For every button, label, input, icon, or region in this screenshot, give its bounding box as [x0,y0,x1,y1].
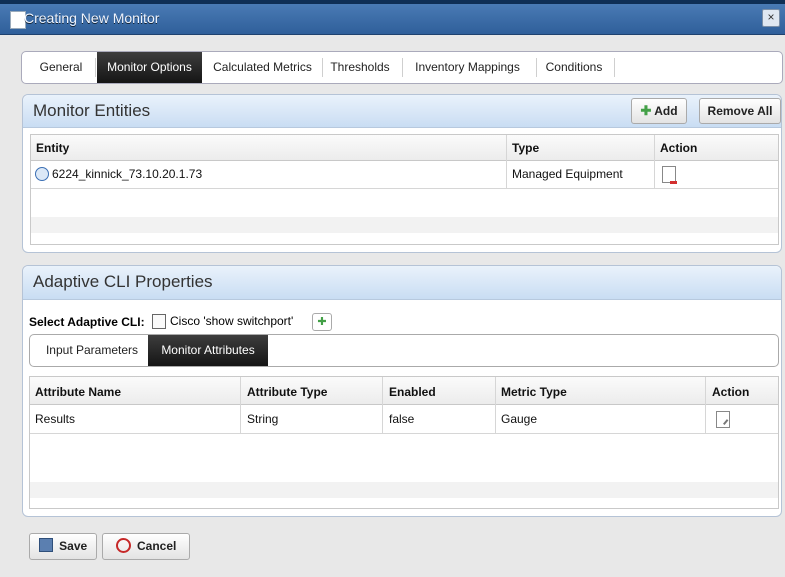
select-adaptive-cli-label: Select Adaptive CLI: [29,315,145,329]
delete-entity-icon[interactable] [662,166,677,184]
main-tab-bar: General Monitor Options Calculated Metri… [21,51,783,84]
equipment-icon [35,167,49,181]
row-divider [30,433,778,434]
column-header-entity[interactable]: Entity [36,141,69,155]
entities-table: Entity Type Action 6224_kinnick_73.10.20… [30,134,779,245]
add-icon: ✚ [317,316,327,328]
tab-divider [614,58,615,77]
scrollbar-track[interactable] [31,217,778,233]
cancel-icon [115,538,131,553]
floppy-disk-icon [38,538,53,552]
adaptive-cli-header: Adaptive CLI Properties [23,266,781,300]
edit-attribute-icon[interactable] [716,411,733,429]
selected-adaptive-cli[interactable]: Cisco 'show switchport' [170,314,293,328]
tab-divider [322,58,323,77]
save-button[interactable]: Save [29,533,97,560]
attribute-enabled: false [389,412,415,426]
tab-monitor-attributes[interactable]: Monitor Attributes [148,335,268,366]
tab-input-parameters[interactable]: Input Parameters [36,335,148,366]
tab-divider [402,58,403,77]
delete-mark-icon [670,181,677,184]
adaptive-cli-title: Adaptive CLI Properties [33,272,213,291]
table-row[interactable]: Results String false Gauge [30,405,778,433]
column-header-action[interactable]: Action [712,385,749,399]
column-header-enabled[interactable]: Enabled [389,385,436,399]
title-bar-top-strip [0,0,785,4]
close-button[interactable]: × [762,9,780,27]
tab-divider [536,58,537,77]
tab-divider [95,58,96,77]
scrollbar-track[interactable] [30,482,778,498]
row-divider [31,188,778,189]
attributes-table: Attribute Name Attribute Type Enabled Me… [29,376,779,509]
column-header-attribute-type[interactable]: Attribute Type [247,385,327,399]
column-header-type[interactable]: Type [512,141,539,155]
attribute-metric-type: Gauge [501,412,538,426]
add-button-label: Add [654,104,678,118]
magnifier-doc-icon[interactable] [152,314,166,329]
add-entity-button[interactable]: ✚ Add [631,98,687,124]
add-cli-button[interactable]: ✚ [312,313,332,331]
remove-all-button[interactable]: Remove All [699,98,781,124]
monitor-entities-title: Monitor Entities [33,101,151,120]
tab-calculated-metrics[interactable]: Calculated Metrics [205,52,320,83]
pencil-mark-icon [723,419,733,429]
save-button-label: Save [59,539,88,553]
cancel-button[interactable]: Cancel [102,533,190,560]
tab-general[interactable]: General [30,52,92,83]
cancel-button-label: Cancel [136,539,177,553]
cli-subtab-bar: Input Parameters Monitor Attributes [29,334,779,367]
window-title: Creating New Monitor [24,10,160,26]
add-icon: ✚ [640,103,652,118]
tab-monitor-options[interactable]: Monitor Options [97,52,202,83]
attribute-name: Results [35,412,76,426]
tab-conditions[interactable]: Conditions [538,52,610,83]
column-header-metric-type[interactable]: Metric Type [501,385,567,399]
entity-name: 6224_kinnick_73.10.20.1.73 [52,167,203,181]
column-header-action[interactable]: Action [660,141,697,155]
entity-type: Managed Equipment [512,167,623,181]
table-row[interactable]: 6224_kinnick_73.10.20.1.73 Managed Equip… [31,161,778,188]
column-header-attribute-name[interactable]: Attribute Name [35,385,121,399]
attribute-type: String [247,412,279,426]
tab-inventory-mappings[interactable]: Inventory Mappings [405,52,530,83]
tab-thresholds[interactable]: Thresholds [325,52,395,83]
